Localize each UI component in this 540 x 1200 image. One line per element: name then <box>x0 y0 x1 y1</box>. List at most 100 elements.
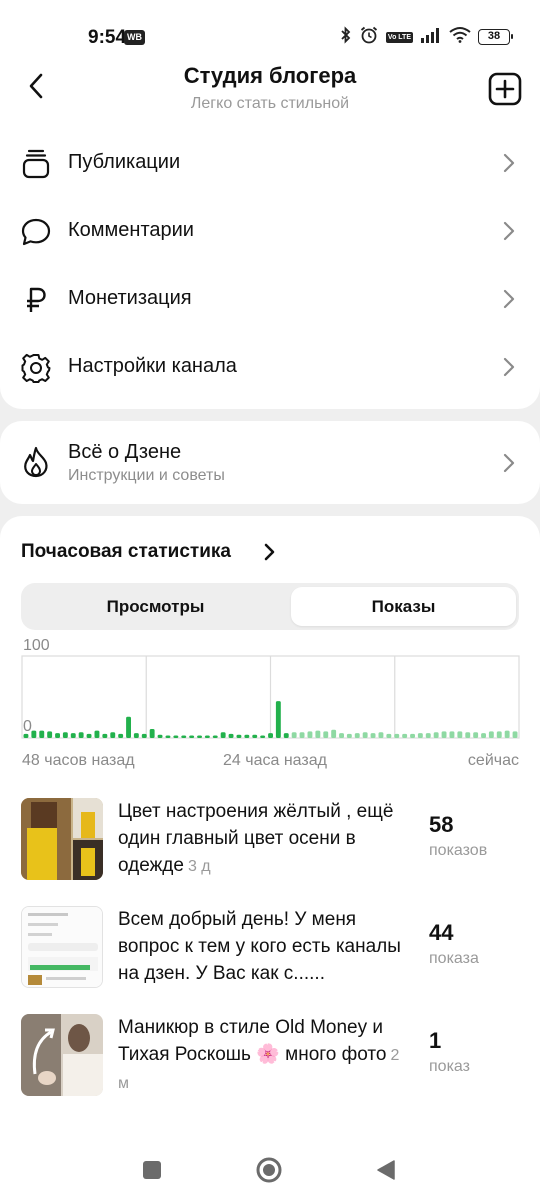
chart-bar <box>62 732 68 738</box>
ruble-icon <box>20 285 52 315</box>
post-thumbnail <box>21 798 103 880</box>
chart-bar <box>189 735 195 738</box>
feed-item[interactable]: Маникюр в стиле Old Money и Тихая Роскош… <box>0 1014 540 1114</box>
chart-bar <box>141 733 147 738</box>
chart-bar <box>126 716 131 738</box>
chart-bar <box>236 734 242 738</box>
flame-icon <box>20 445 52 479</box>
chart-ytick-label: 100 <box>23 637 50 654</box>
chart-bar <box>252 734 258 738</box>
stats-title: Почасовая статистика <box>21 541 231 562</box>
chart-bar <box>362 732 368 738</box>
chevron-right-icon <box>264 543 275 561</box>
chart-bar <box>23 733 29 738</box>
chart-bar <box>244 734 250 738</box>
chart-bar <box>31 730 37 738</box>
chart-bar <box>370 733 376 738</box>
chart-bar <box>157 734 163 738</box>
chart-bar <box>425 733 431 738</box>
about-zen-card[interactable]: Всё о Дзене Инструкции и советы <box>0 421 540 504</box>
chart-bar <box>275 701 281 738</box>
chart-bar <box>299 732 305 738</box>
chart-bar <box>473 732 479 738</box>
feed-item[interactable]: Всем добрый день! У меня вопрос к тем у … <box>0 906 540 1006</box>
post-age: 3 д <box>187 858 211 875</box>
back-nav-button[interactable] <box>374 1158 398 1182</box>
impressions-unit: показа <box>429 950 479 967</box>
chevron-right-icon <box>503 453 515 473</box>
chart-bar <box>323 731 329 738</box>
impressions-count: 1 <box>429 1028 442 1053</box>
chart-bar <box>149 729 155 738</box>
recent-apps-button[interactable] <box>140 1158 164 1182</box>
chart-bar <box>433 732 439 738</box>
chart-bar <box>481 733 486 738</box>
chart-bar <box>118 733 124 738</box>
stats-segmented-control: Просмотры Показы <box>21 583 519 630</box>
menu-item-publications[interactable]: Публикации <box>0 129 540 197</box>
add-button[interactable] <box>488 72 522 106</box>
chart-bar <box>55 733 60 738</box>
battery-icon: 38 <box>478 29 513 45</box>
hourly-chart: 100 0 48 часов назад 24 часа назад сейчас <box>0 634 540 774</box>
chart-bar <box>102 733 108 738</box>
chart-bar <box>465 732 471 738</box>
chart-bar <box>212 735 218 738</box>
chart-bar <box>94 730 100 738</box>
zen-subtitle: Инструкции и советы <box>68 467 225 484</box>
tab-impressions[interactable]: Показы <box>291 587 516 626</box>
chart-bar <box>260 735 266 738</box>
chart-bar <box>512 731 518 738</box>
chart-bar <box>457 731 463 738</box>
hourly-chart-svg: 100 0 48 часов назад 24 часа назад сейчас <box>21 637 520 769</box>
chart-bar <box>228 733 234 738</box>
page-title: Студия блогера <box>183 63 357 88</box>
home-icon <box>256 1157 282 1183</box>
chart-xtick-label: 24 часа назад <box>223 752 328 769</box>
volte-icon: Vo LTE <box>385 31 413 43</box>
chevron-right-icon <box>503 289 515 309</box>
menu-item-label: Комментарии <box>68 219 194 241</box>
alarm-icon <box>359 25 379 50</box>
chart-bar <box>197 735 202 738</box>
chart-bar <box>283 733 289 738</box>
chart-bar <box>204 735 210 738</box>
tab-views[interactable]: Просмотры <box>43 587 268 626</box>
menu-item-comments[interactable]: Комментарии <box>0 197 540 265</box>
zen-title: Всё о Дзене <box>68 441 182 463</box>
chart-bar <box>291 732 297 738</box>
post-title: Всем добрый день! У меня вопрос к тем у … <box>118 909 401 984</box>
home-button[interactable] <box>255 1156 283 1184</box>
chart-bar <box>449 731 455 738</box>
feed-item[interactable]: Цвет настроения жёлтый , ещё один главны… <box>0 798 540 898</box>
chart-bar <box>504 730 510 738</box>
chart-bar <box>488 731 494 738</box>
chart-bar <box>165 735 171 738</box>
chart-xtick-label: сейчас <box>468 752 519 769</box>
chart-bar <box>307 731 313 738</box>
post-thumbnail <box>21 906 103 988</box>
menu-item-channel-settings[interactable]: Настройки канала <box>0 333 540 401</box>
chart-bar <box>378 732 384 738</box>
back-nav-icon <box>377 1160 395 1180</box>
system-nav-bar <box>0 1138 540 1200</box>
chart-bar <box>133 733 139 738</box>
chart-bar <box>86 733 92 738</box>
menu-item-monetization[interactable]: Монетизация <box>0 265 540 333</box>
chart-bar <box>417 733 423 738</box>
stats-card: Почасовая статистика Просмотры Показы 10… <box>0 516 540 1138</box>
post-title: Цвет настроения жёлтый , ещё один главны… <box>118 801 394 876</box>
chart-bar <box>268 733 273 738</box>
post-thumbnail <box>21 1014 103 1096</box>
menu-item-label: Монетизация <box>68 287 192 309</box>
chart-bar <box>70 733 76 738</box>
status-time: 9:54 <box>88 27 127 48</box>
recent-apps-icon <box>143 1161 161 1179</box>
chart-bar <box>402 733 408 738</box>
chart-bar <box>331 729 337 738</box>
menu-item-label: Настройки канала <box>68 355 237 377</box>
chart-bar <box>47 731 53 738</box>
publications-icon <box>20 149 52 179</box>
chart-bar <box>386 733 392 738</box>
chart-bar <box>410 733 415 738</box>
